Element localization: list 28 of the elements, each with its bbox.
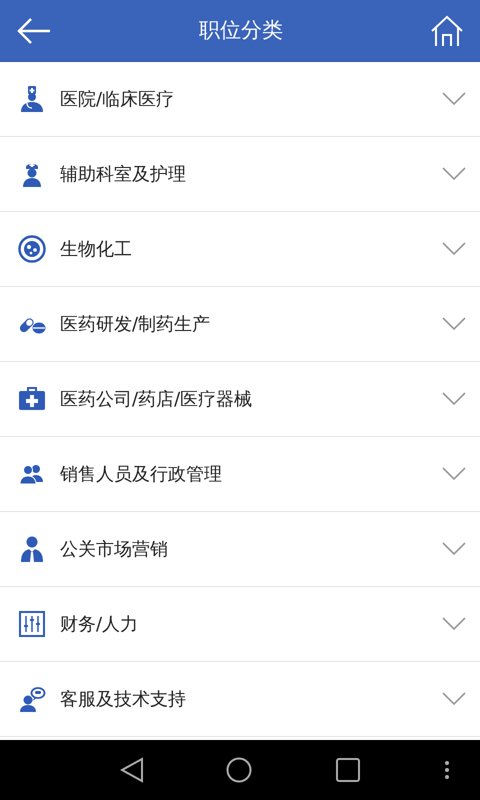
home-button[interactable] (430, 14, 464, 46)
square-icon (336, 758, 360, 782)
doctor-icon (18, 85, 46, 113)
back-button[interactable] (16, 16, 52, 46)
support-agent-icon (18, 685, 46, 713)
category-label: 销售人员及行政管理 (60, 462, 223, 486)
overflow-menu-button[interactable] (444, 760, 450, 780)
home-nav-button[interactable] (226, 757, 252, 783)
businessman-icon (18, 535, 46, 563)
sliders-icon (18, 610, 46, 638)
recents-nav-button[interactable] (336, 758, 360, 782)
home-icon (430, 14, 464, 46)
back-triangle-icon (120, 757, 144, 783)
category-label: 财务/人力 (60, 612, 140, 636)
category-label: 医药公司/药店/医疗器械 (60, 388, 254, 412)
cell-icon (18, 235, 46, 263)
page-title: 职位分类 (199, 16, 283, 44)
category-label: 医药研发/制药生产 (60, 312, 212, 336)
category-label: 生物化工 (60, 238, 133, 262)
category-label: 医院/临床医疗 (60, 88, 176, 112)
first-aid-kit-icon (18, 385, 46, 413)
more-dots-icon (444, 760, 450, 780)
home-circle-icon (226, 757, 252, 783)
back-arrow-icon (16, 16, 52, 46)
category-label: 客服及技术支持 (60, 688, 187, 712)
category-label: 公关市场营销 (60, 538, 169, 562)
category-label: 辅助科室及护理 (60, 162, 187, 186)
back-nav-button[interactable] (120, 757, 144, 783)
